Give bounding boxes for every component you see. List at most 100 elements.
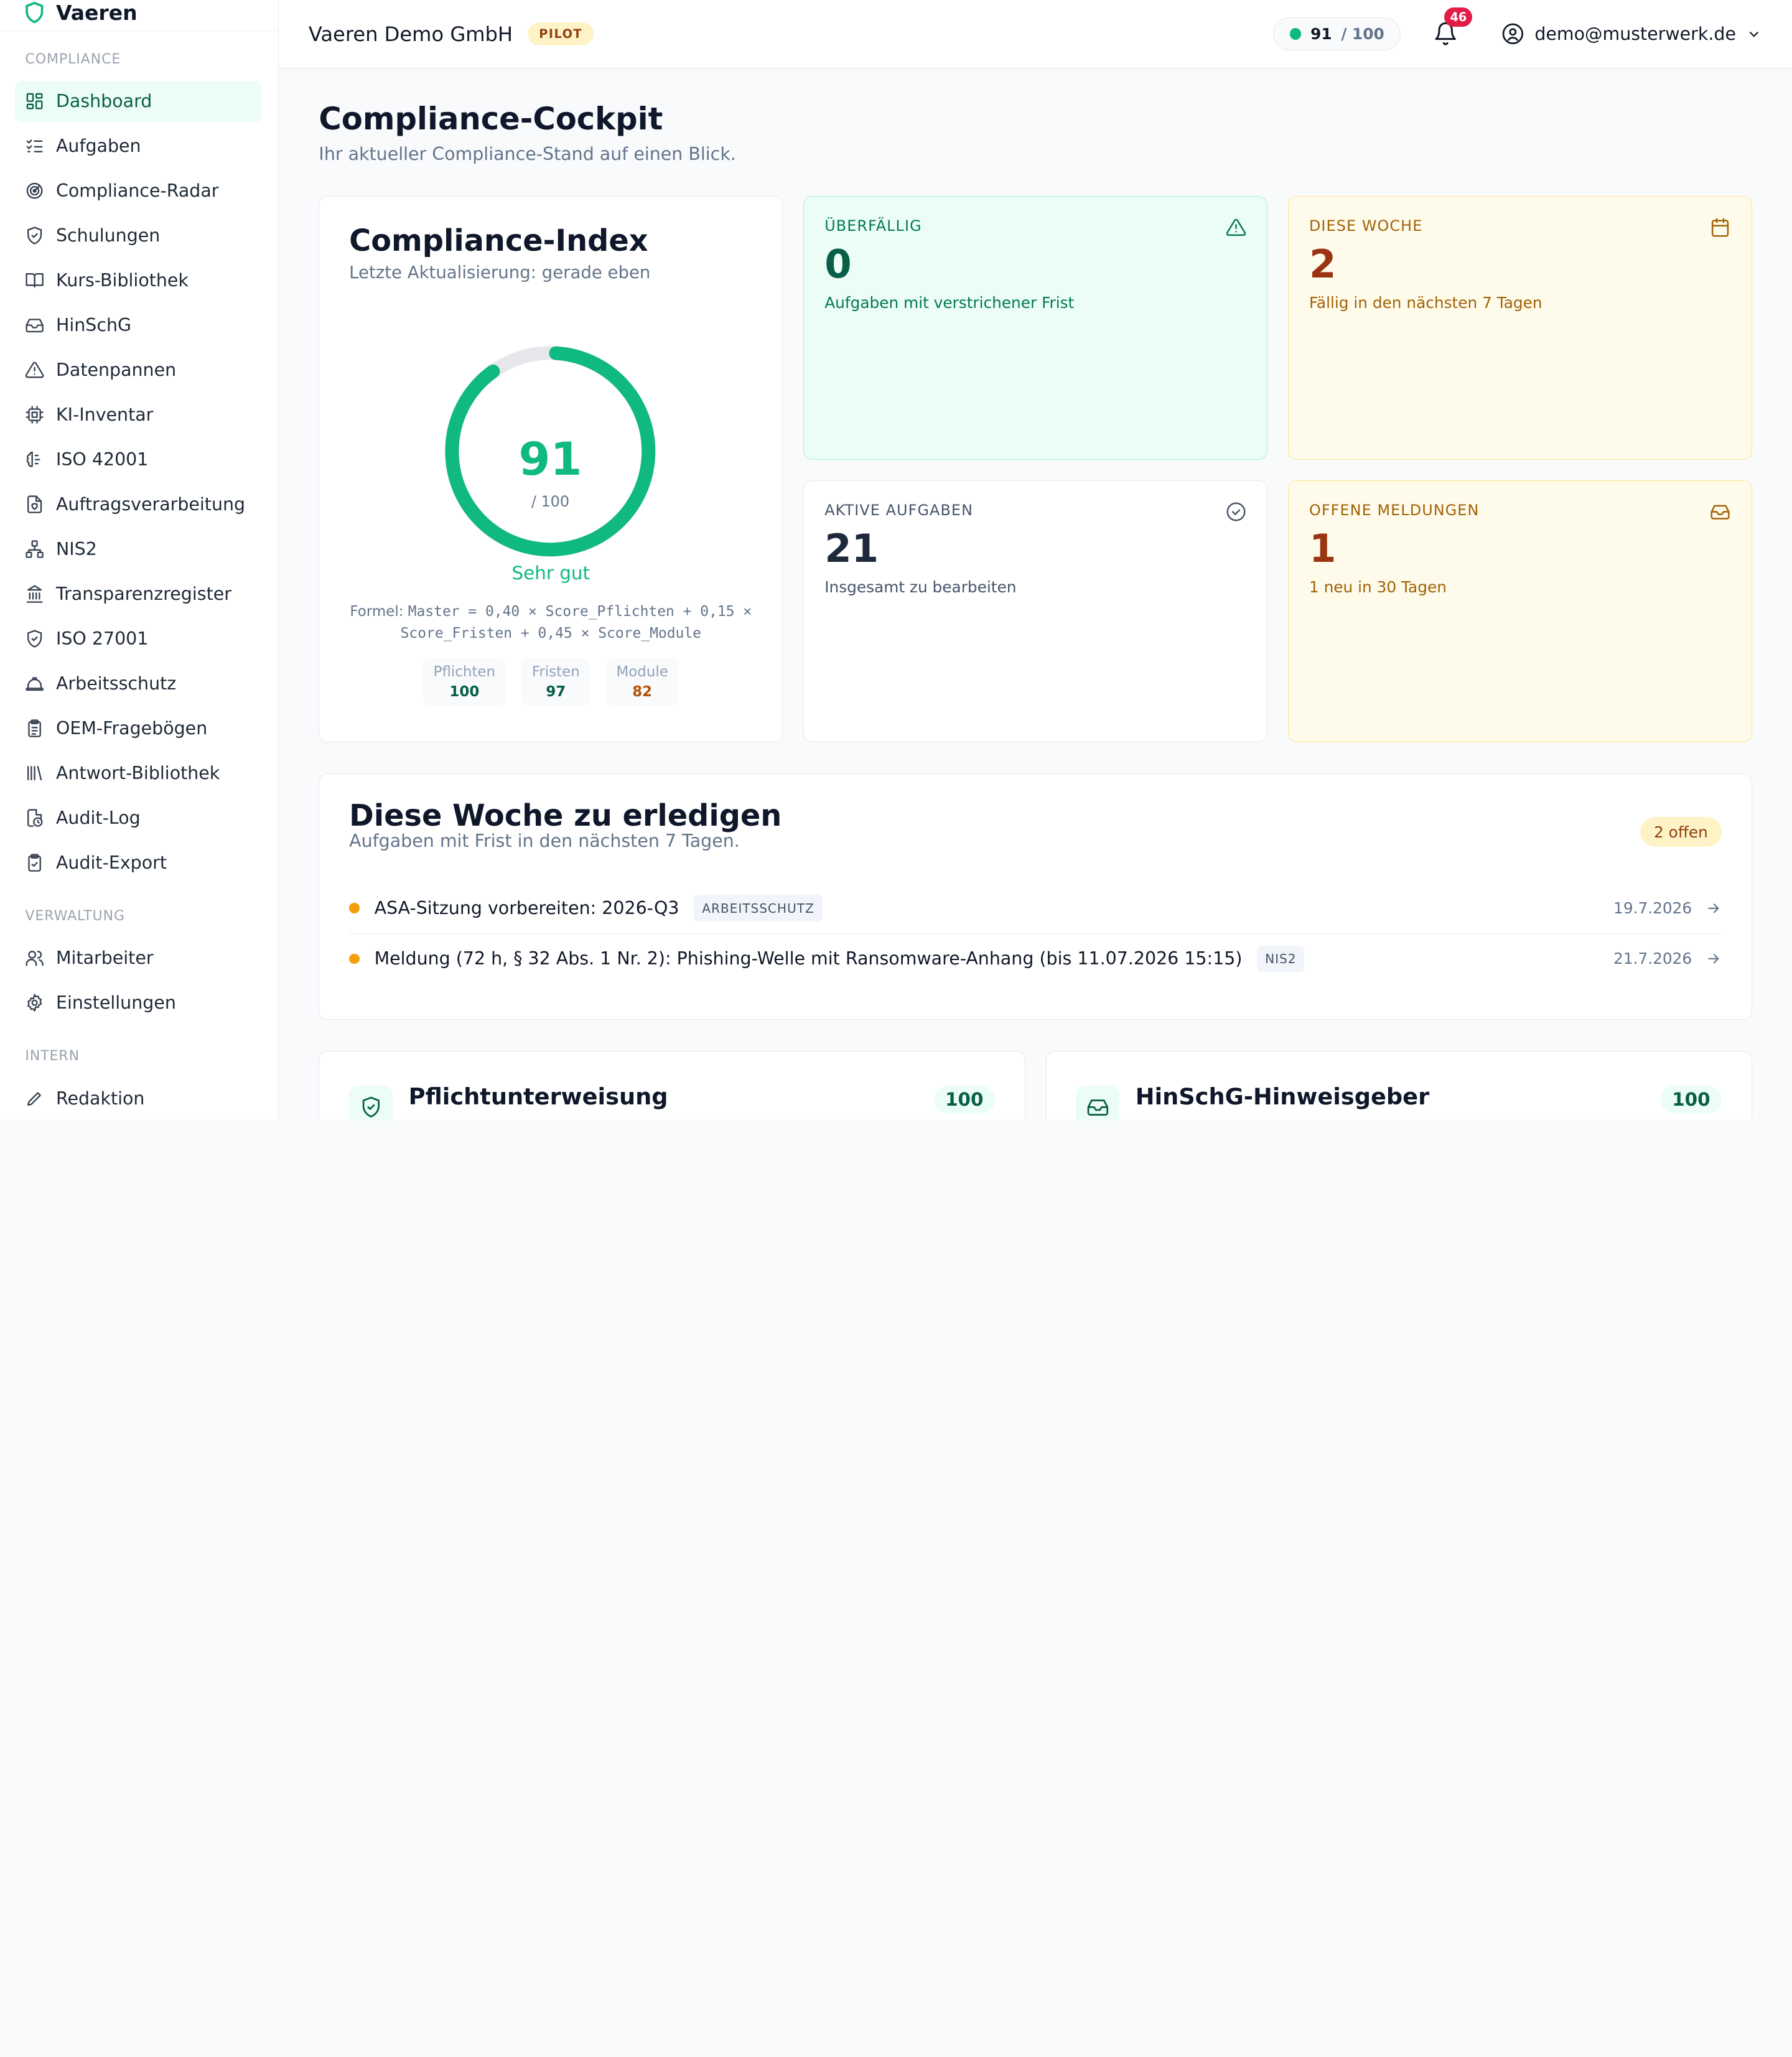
brain-icon [27, 451, 40, 467]
sidebar-item-redaktion[interactable]: Redaktion [15, 1078, 263, 1119]
cpu-icon [26, 406, 44, 424]
shield-logo-icon [26, 2, 44, 24]
stat-card-überfällig[interactable]: ÜBERFÄLLIG 0 Aufgaben mit verstrichener Fr… [803, 196, 1267, 460]
module-icon-wrap [1076, 1085, 1120, 1120]
sidebar-item-audit-log[interactable]: Audit-Log [15, 797, 263, 838]
calendar-icon [1712, 218, 1729, 237]
gauge-max: / 100 [531, 492, 570, 510]
subscore-fristen: Fristen 97 [521, 658, 590, 706]
task-date: 19.7.2026 [1613, 899, 1692, 918]
sidebar-section-label: VERWALTUNG [25, 908, 126, 924]
inbox-icon [1710, 505, 1730, 520]
check-circle-icon [1226, 502, 1246, 521]
formula: Formel: Master = 0,40 × Score_Pflichten … [342, 601, 759, 645]
notification-count: 46 [1444, 7, 1473, 27]
sidebar-item-transparenzregister[interactable]: Transparenzregister [15, 573, 263, 614]
task-row[interactable]: ASA-Sitzung vorbereiten: 2026-Q3 ARBEITSS… [349, 884, 1722, 934]
sidebar-item-ki-inventar[interactable]: KI-Inventar [15, 394, 263, 436]
module-title: Pflichtunterweisung [408, 1083, 668, 1111]
user-email: demo@musterwerk.de [1534, 24, 1736, 45]
book-open-icon [26, 273, 44, 288]
sidebar-item-label: Einstellungen [55, 992, 176, 1014]
sidebar-item-datenpannen[interactable]: Datenpannen [15, 350, 263, 391]
formula-text: Master = 0,40 × Score_Pflichten + 0,15 ×… [400, 604, 752, 642]
subscores: Pflichten 100 Fristen 97 Module 82 [319, 658, 782, 706]
sidebar-item-mitarbeiter[interactable]: Mitarbeiter [15, 938, 263, 979]
sidebar-item-auftragsverarbeitung[interactable]: Auftragsverarbeitung [15, 484, 263, 525]
sidebar-item-aufgaben[interactable]: Aufgaben [15, 126, 263, 167]
subscore-value: 100 [449, 683, 480, 700]
stat-card-offene-meldungen[interactable]: OFFENE MELDUNGEN 1 1 neu in 30 Tagen [1287, 480, 1752, 742]
sidebar-item-label: Redaktion [55, 1088, 145, 1109]
task-status-dot [349, 903, 360, 913]
stat-value: 2 [1309, 241, 1337, 287]
module-cards: Pflichtunterweisung 100 HinSchG-Hinweisgeb… [319, 1050, 1752, 1120]
sidebar-item-label: KI-Inventar [55, 404, 154, 426]
page-title: Compliance-Cockpit [319, 100, 663, 137]
stat-label: OFFENE MELDUNGEN [1309, 501, 1480, 520]
sidebar-item-hinschg[interactable]: HinSchG [15, 305, 263, 346]
stat-card-aktive-aufgaben[interactable]: AKTIVE AUFGABEN 21 Insgesamt zu bearbeiten [803, 480, 1267, 742]
index-subtitle: Letzte Aktualisierung: gerade eben [349, 263, 651, 283]
shield-check-icon [27, 630, 42, 648]
module-card-pflichtunterweisung[interactable]: Pflichtunterweisung 100 [319, 1050, 1025, 1120]
sidebar-item-nis2[interactable]: NIS2 [15, 529, 263, 570]
chevron-down-icon [1750, 31, 1759, 37]
stat-label: AKTIVE AUFGABEN [824, 501, 974, 520]
sidebar-item-label: Aufgaben [55, 136, 141, 157]
module-title: HinSchG-Hinweisgeber [1135, 1083, 1430, 1111]
sidebar-item-label: Arbeitsschutz [55, 673, 177, 694]
sidebar-item-label: Datenpannen [55, 360, 177, 381]
sidebar-item-label: Transparenzregister [55, 584, 231, 605]
landmark-icon [27, 585, 43, 603]
score-max: / 100 [1341, 25, 1384, 44]
score-pill[interactable]: 91 / 100 [1273, 17, 1401, 51]
clipboard-check-icon [28, 854, 42, 872]
shield-check-icon [27, 226, 42, 245]
stat-card-diese-woche[interactable]: DIESE WOCHE 2 Fällig in den nächsten 7 Tag… [1287, 196, 1752, 460]
sidebar-item-label: ISO 42001 [55, 449, 149, 470]
brand[interactable]: Vaeren [0, 0, 279, 31]
notifications-button[interactable]: 46 [1433, 7, 1473, 46]
sidebar-item-arbeitsschutz[interactable]: Arbeitsschutz [15, 663, 263, 704]
sidebar-item-schulungen[interactable]: Schulungen [15, 215, 263, 256]
inbox-icon [1087, 1099, 1108, 1116]
user-circle-icon [1502, 23, 1524, 45]
task-tag: NIS2 [1257, 945, 1305, 973]
sidebar-item-antwort-bibliothek[interactable]: Antwort-Bibliothek [15, 752, 263, 793]
user-menu[interactable]: demo@musterwerk.de [1501, 22, 1762, 45]
index-title: Compliance-Index [349, 224, 648, 259]
week-card: Diese Woche zu erledigen Aufgaben mit Fr… [319, 773, 1752, 1020]
stat-description: Fällig in den nächsten 7 Tagen [1309, 294, 1542, 312]
sidebar-item-kurs-bibliothek[interactable]: Kurs-Bibliothek [15, 260, 263, 301]
status-dot [1290, 28, 1302, 40]
sidebar-item-dashboard[interactable]: Dashboard [14, 80, 263, 122]
alert-triangle-icon [26, 361, 44, 378]
task-list: ASA-Sitzung vorbereiten: 2026-Q3 ARBEITSS… [349, 884, 1722, 984]
sidebar-section-label: COMPLIANCE [25, 51, 121, 67]
sidebar-item-label: Schulungen [55, 225, 161, 246]
pen-icon [27, 1092, 42, 1106]
stat-label: DIESE WOCHE [1309, 217, 1423, 235]
subscore-value: 82 [632, 683, 653, 700]
sidebar-item-compliance-radar[interactable]: Compliance-Radar [15, 170, 263, 212]
task-row[interactable]: Meldung (72 h, § 32 Abs. 1 Nr. 2): Phish… [349, 934, 1722, 984]
stat-grid: ÜBERFÄLLIG 0 Aufgaben mit verstrichener Fr… [803, 196, 1752, 742]
subscore-label: Module [616, 664, 668, 681]
sidebar: Vaeren COMPLIANCE Dashboard Aufgaben Compli… [0, 0, 279, 1120]
stat-value: 0 [824, 241, 852, 287]
module-score: 100 [933, 1085, 995, 1114]
topbar: Vaeren Demo GmbH PILOT 91 / 100 46 demo@… [279, 0, 1792, 69]
sidebar-item-audit-export[interactable]: Audit-Export [15, 842, 263, 883]
sidebar-item-label: Mitarbeiter [55, 948, 154, 969]
stat-value: 1 [1309, 526, 1337, 572]
sidebar-item-iso-42001[interactable]: ISO 42001 [15, 439, 263, 480]
sidebar-section-label: INTERN [25, 1048, 80, 1065]
sidebar-item-einstellungen[interactable]: Einstellungen [15, 982, 263, 1024]
sidebar-item-iso-27001[interactable]: ISO 27001 [15, 618, 263, 659]
alert-triangle-icon [1226, 218, 1246, 236]
sidebar-item-oem-fragebögen[interactable]: OEM-Fragebögen [15, 707, 263, 749]
module-card-hinschg-hinweisgeber[interactable]: HinSchG-Hinweisgeber 100 [1045, 1050, 1752, 1120]
task-tag: ARBEITSSCHUTZ [694, 895, 823, 921]
task-title: Meldung (72 h, § 32 Abs. 1 Nr. 2): Phish… [374, 948, 1243, 969]
